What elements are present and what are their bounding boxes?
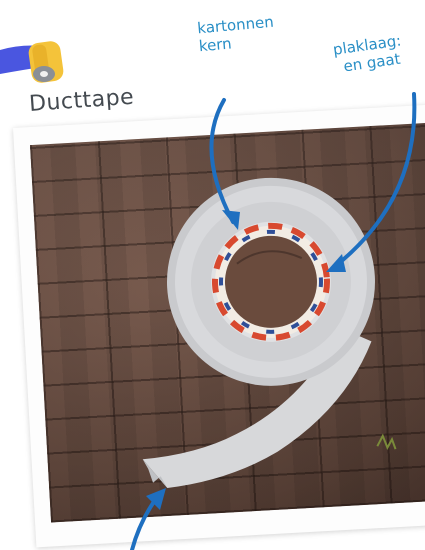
arrow-icon [130,92,417,550]
